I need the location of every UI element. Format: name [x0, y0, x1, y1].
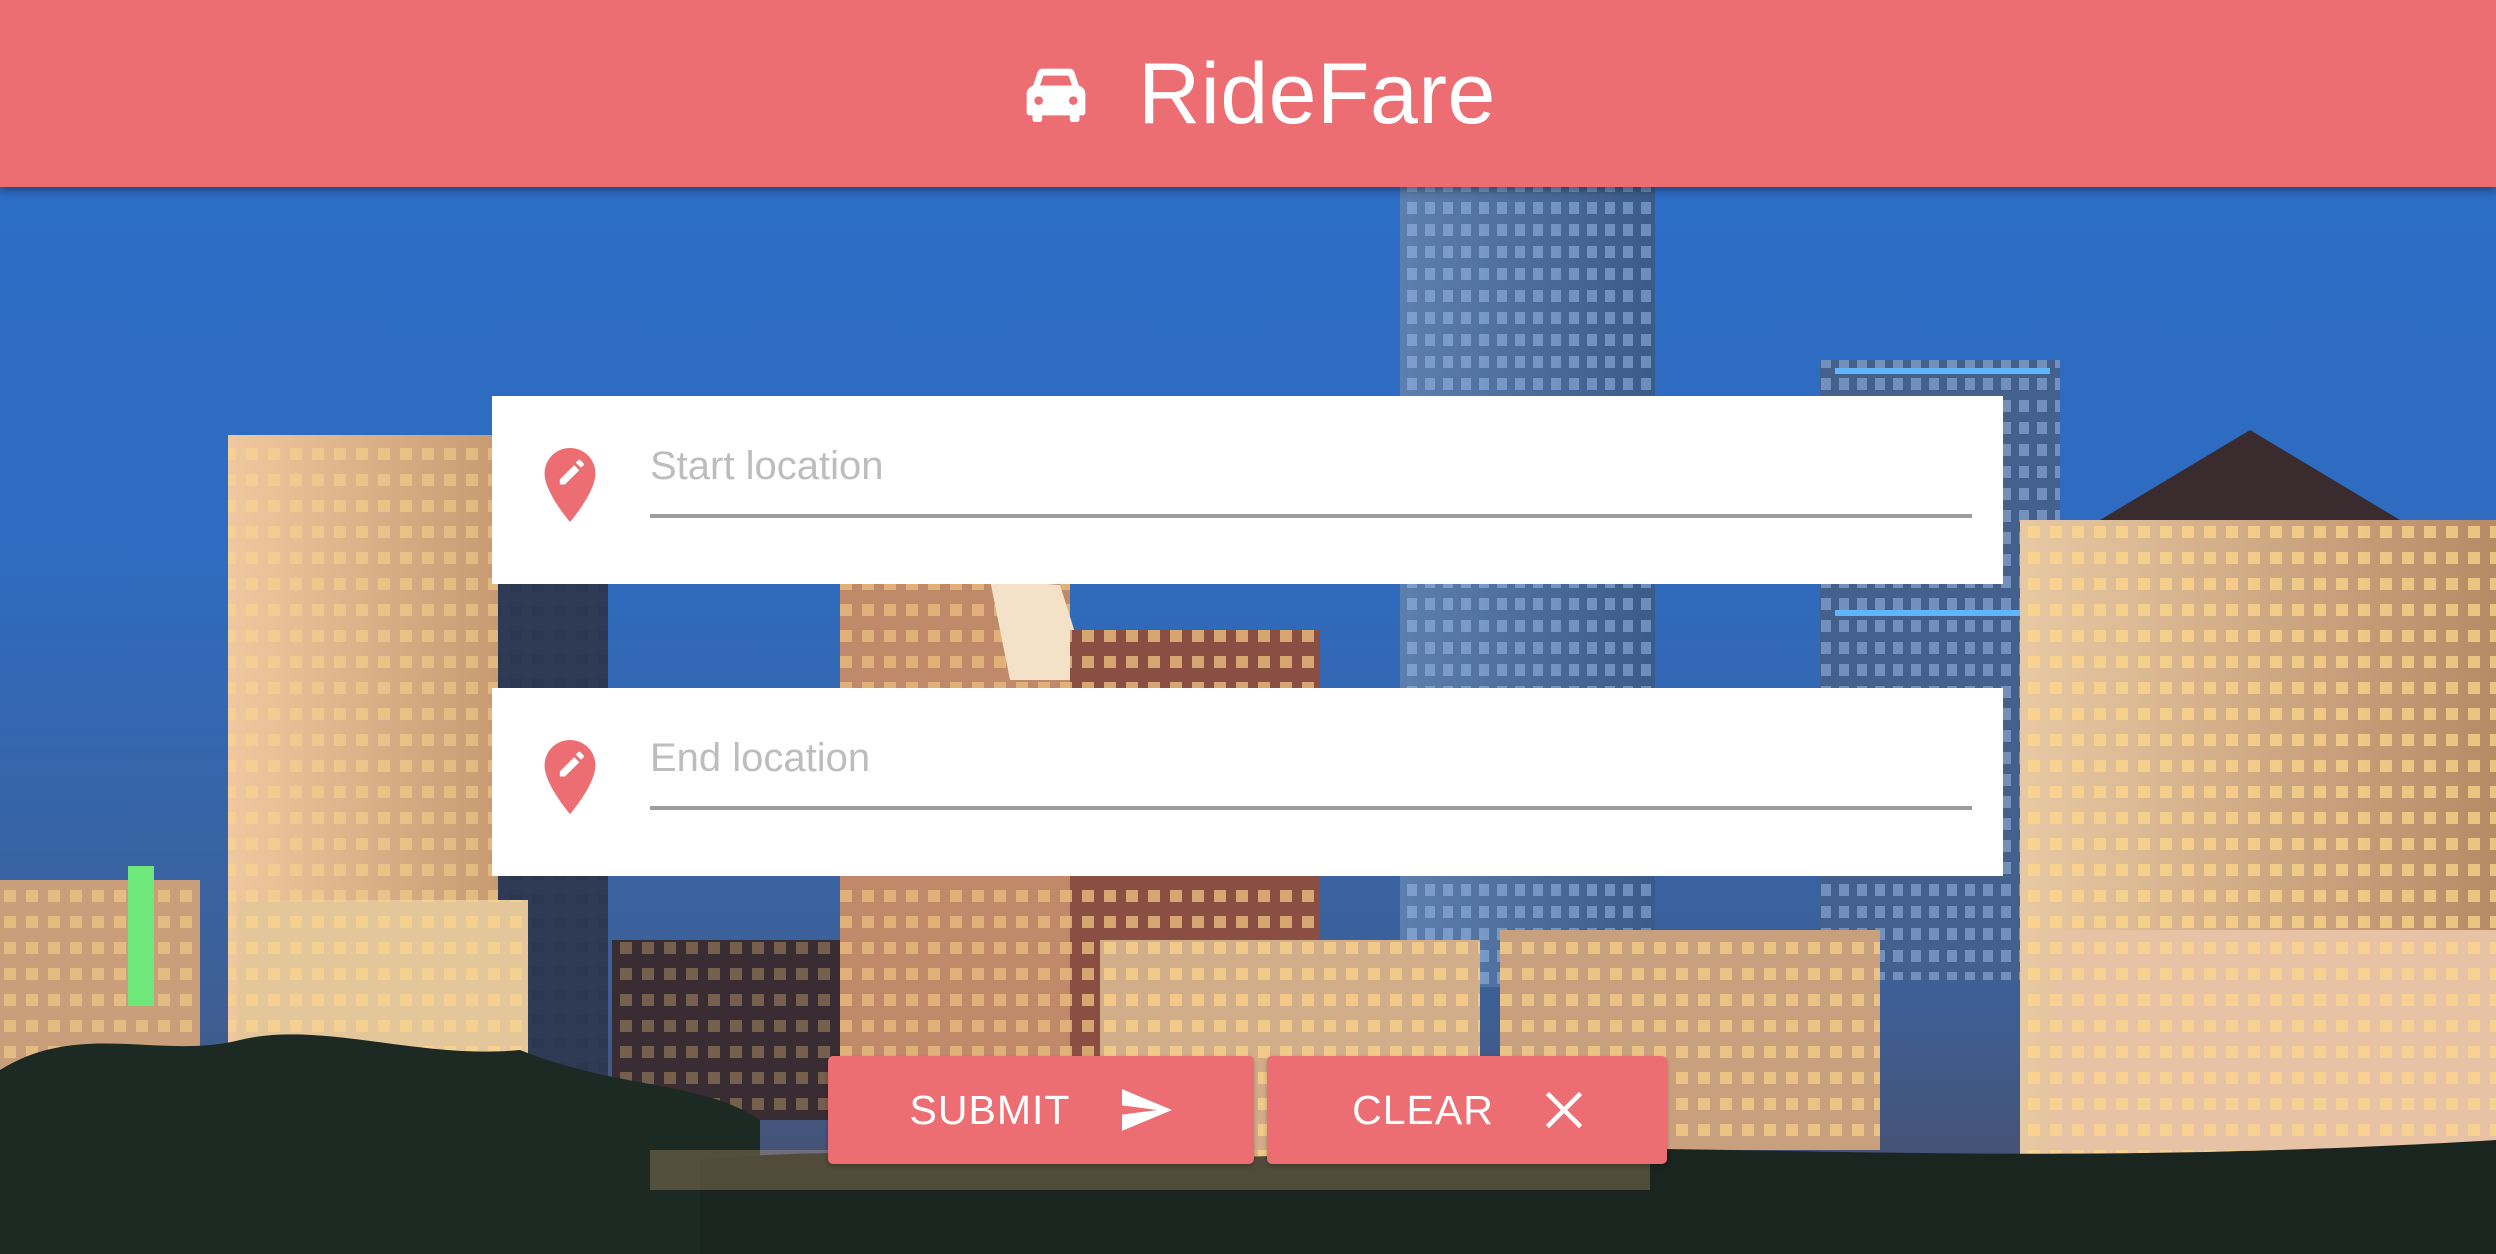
car-icon: [1026, 68, 1086, 122]
submit-button-label: SUBMIT: [909, 1086, 1071, 1133]
clear-button-label: CLEAR: [1352, 1086, 1494, 1133]
end-location-card: [492, 688, 2003, 876]
send-icon: [1122, 1089, 1173, 1131]
app-title: RideFare: [1138, 45, 1496, 142]
app-header: RideFare: [0, 0, 2496, 187]
start-location-input[interactable]: [650, 426, 1972, 518]
start-location-card: [492, 396, 2003, 584]
close-icon: [1545, 1092, 1582, 1128]
clear-button[interactable]: CLEAR: [1267, 1056, 1667, 1164]
edit-location-icon: [544, 448, 596, 522]
edit-location-icon: [544, 740, 596, 814]
brand: RideFare: [1024, 51, 1496, 137]
end-location-input[interactable]: [650, 718, 1972, 810]
submit-button[interactable]: SUBMIT: [828, 1056, 1254, 1164]
